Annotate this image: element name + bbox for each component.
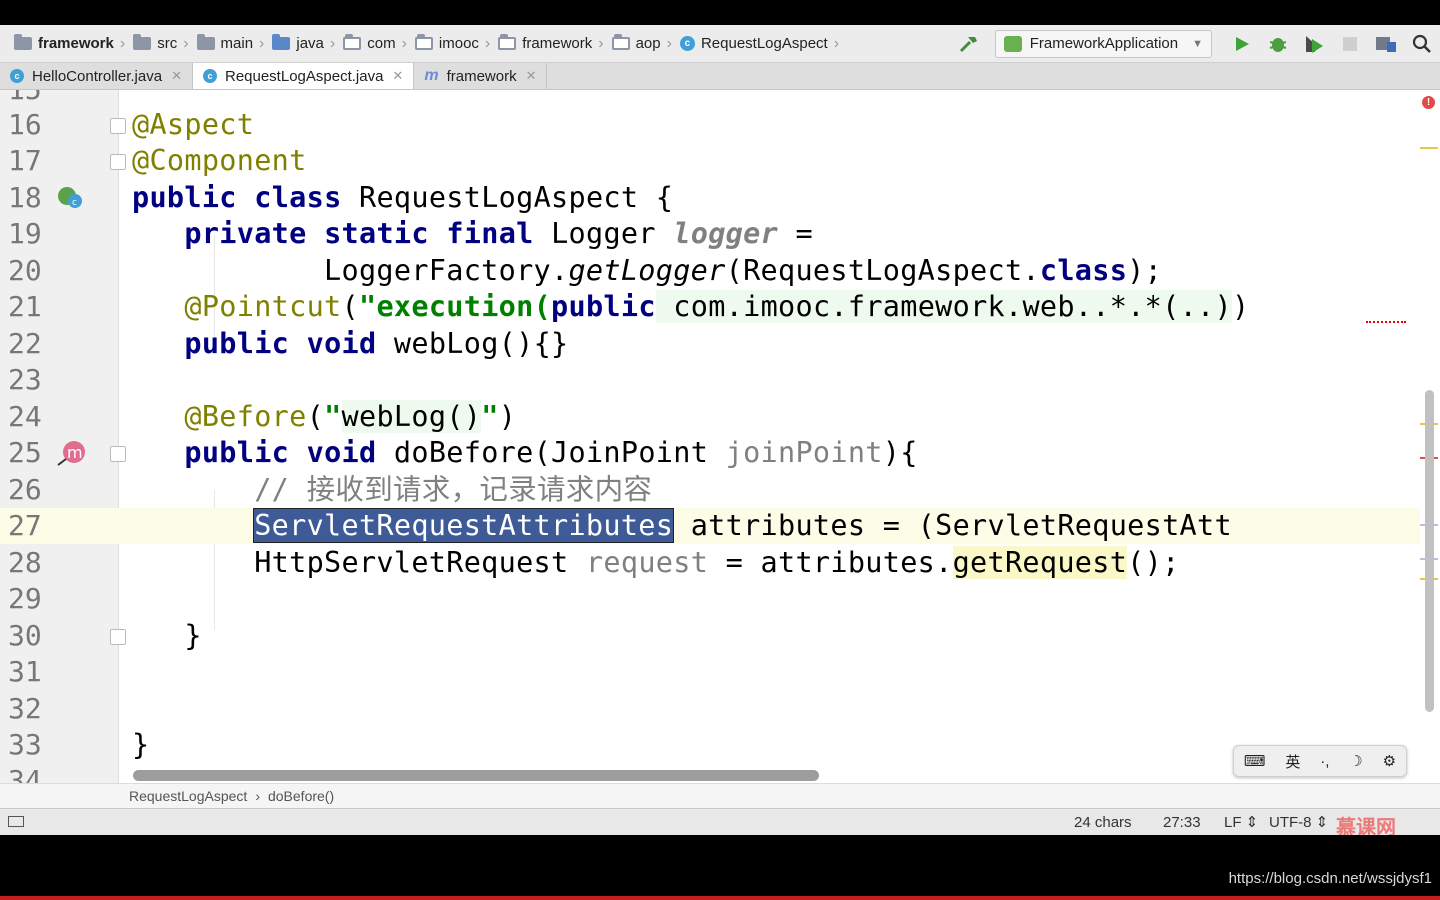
code-line: 33 } bbox=[8, 728, 150, 761]
code-line: 21 @Pointcut("execution(public com.imooc… bbox=[0, 289, 1420, 325]
breadcrumb-item[interactable]: main bbox=[191, 25, 258, 62]
code-line: 22 public void webLog(){} bbox=[8, 327, 569, 360]
breadcrumb-item[interactable]: java bbox=[266, 25, 328, 62]
run-configuration-select[interactable]: FrameworkApplication ▼ bbox=[994, 29, 1212, 58]
spring-bean-icon[interactable]: c bbox=[56, 184, 84, 212]
code-line: 20 LoggerFactory.getLogger(RequestLogAsp… bbox=[8, 254, 1163, 287]
breadcrumb-item[interactable]: aop bbox=[606, 25, 665, 62]
keyboard-icon[interactable]: ⌨ bbox=[1244, 752, 1266, 770]
breadcrumb-item[interactable]: com bbox=[337, 25, 399, 62]
structure-item-method[interactable]: doBefore() bbox=[268, 788, 334, 804]
main-toolbar: FrameworkApplication ▼ bbox=[951, 25, 1440, 62]
spring-icon bbox=[1003, 35, 1022, 52]
code-line: 28 HttpServletRequest request = attribut… bbox=[8, 546, 1180, 579]
moon-icon[interactable]: ☽ bbox=[1349, 752, 1362, 770]
gear-icon[interactable]: ⚙ bbox=[1383, 752, 1396, 770]
line-separator-select[interactable]: LF ⇕ bbox=[1224, 809, 1258, 835]
source-folder-icon bbox=[272, 34, 291, 50]
code-line: 16 @Aspect bbox=[8, 108, 255, 141]
error-underline bbox=[1366, 315, 1406, 323]
project-structure-icon[interactable] bbox=[1371, 29, 1401, 59]
ide-window: framework › src › main › java › com › im… bbox=[0, 25, 1440, 835]
selection-count: 24 chars bbox=[1074, 814, 1132, 831]
breadcrumb-item[interactable]: framework bbox=[8, 25, 118, 62]
navigation-bar: framework › src › main › java › com › im… bbox=[0, 25, 1440, 63]
video-progress-bar bbox=[0, 896, 1440, 900]
maven-icon: m bbox=[424, 67, 439, 84]
tab-hellocontroller[interactable]: c HelloController.java ✕ bbox=[0, 63, 193, 89]
code-line: 23 bbox=[8, 363, 42, 396]
close-icon[interactable]: ✕ bbox=[171, 68, 182, 84]
package-icon bbox=[414, 34, 433, 50]
debug-icon[interactable] bbox=[1263, 29, 1293, 59]
code-line-current: 27 ServletRequestAttributes attributes =… bbox=[0, 508, 1420, 544]
watermark-logo: 慕课网 bbox=[1336, 817, 1396, 835]
tab-requestlogaspect[interactable]: c RequestLogAspect.java ✕ bbox=[192, 63, 415, 89]
source-url: https://blog.csdn.net/wssjdysf1 bbox=[1228, 870, 1432, 887]
code-line: 29 bbox=[8, 582, 42, 615]
editor-tabs: c HelloController.java ✕ c RequestLogAsp… bbox=[0, 63, 1440, 90]
caret-position[interactable]: 27:33 bbox=[1163, 809, 1201, 835]
fold-marker-icon[interactable] bbox=[110, 118, 126, 134]
svg-text:c: c bbox=[72, 198, 77, 208]
vertical-scrollbar[interactable] bbox=[1425, 390, 1434, 712]
close-icon[interactable]: ✕ bbox=[392, 68, 403, 84]
folder-icon bbox=[133, 34, 152, 50]
class-icon: c bbox=[679, 36, 695, 51]
code-line: 19 private static final Logger logger = bbox=[8, 217, 813, 250]
code-line: 25 m public void doBefore(JoinPoint join… bbox=[8, 436, 918, 469]
code-line: 32 bbox=[8, 692, 42, 725]
selected-text: ServletRequestAttributes bbox=[253, 508, 675, 543]
code-line: 24 @Before("webLog()") bbox=[8, 400, 517, 433]
build-hammer-icon[interactable] bbox=[954, 29, 984, 59]
code-line: 18 c public class RequestLogAspect { bbox=[8, 181, 674, 214]
breadcrumb-item[interactable]: src bbox=[127, 25, 181, 62]
status-bar: 24 chars 27:33 LF ⇕ UTF-8 ⇕ 慕课网 bbox=[0, 808, 1440, 835]
structure-item-class[interactable]: RequestLogAspect bbox=[129, 788, 247, 804]
tab-framework-pom[interactable]: m framework ✕ bbox=[414, 63, 548, 89]
coverage-icon[interactable] bbox=[1299, 29, 1329, 59]
class-icon: c bbox=[10, 69, 24, 83]
input-method-toolbar: ⌨ 英 ·, ☽ ⚙ bbox=[1233, 745, 1407, 777]
chevron-down-icon: ▼ bbox=[1192, 37, 1203, 50]
fold-marker-icon[interactable] bbox=[110, 629, 126, 645]
horizontal-scrollbar[interactable] bbox=[133, 770, 819, 781]
code-line: 31 bbox=[8, 655, 42, 688]
error-indicator-icon[interactable]: ! bbox=[1422, 96, 1435, 109]
punctuation-icon[interactable]: ·, bbox=[1320, 753, 1329, 770]
stop-icon[interactable] bbox=[1335, 29, 1365, 59]
run-icon[interactable] bbox=[1227, 29, 1257, 59]
search-icon[interactable] bbox=[1407, 29, 1437, 59]
method-advice-icon[interactable]: m bbox=[56, 439, 85, 467]
code-editor[interactable]: 15 16 @Aspect 17 @Component 18 c public … bbox=[0, 90, 1440, 783]
ime-language-toggle[interactable]: 英 bbox=[1285, 751, 1300, 772]
folder-icon bbox=[196, 34, 215, 50]
package-icon bbox=[498, 34, 517, 50]
close-icon[interactable]: ✕ bbox=[526, 68, 537, 84]
code-line: 30 } bbox=[8, 619, 202, 652]
package-icon bbox=[343, 34, 362, 50]
breadcrumb: framework › src › main › java › com › im… bbox=[8, 25, 841, 62]
code-line: 26 // 接收到请求，记录请求内容 bbox=[8, 473, 653, 506]
code-line: 17 @Component bbox=[8, 144, 307, 177]
breadcrumb-item[interactable]: c RequestLogAspect bbox=[674, 25, 832, 62]
encoding-select[interactable]: UTF-8 ⇕ bbox=[1269, 809, 1328, 835]
class-icon: c bbox=[202, 69, 217, 83]
package-icon bbox=[611, 34, 630, 50]
breadcrumb-item[interactable]: imooc bbox=[409, 25, 483, 62]
structure-breadcrumb: RequestLogAspect › doBefore() bbox=[0, 783, 1440, 808]
breadcrumb-item[interactable]: framework bbox=[492, 25, 596, 62]
tool-windows-icon[interactable] bbox=[8, 816, 24, 827]
code-line: 15 bbox=[0, 90, 1420, 108]
svg-text:m: m bbox=[67, 443, 83, 462]
fold-marker-icon[interactable] bbox=[110, 154, 126, 170]
fold-marker-icon[interactable] bbox=[110, 446, 126, 462]
folder-icon bbox=[14, 34, 32, 50]
